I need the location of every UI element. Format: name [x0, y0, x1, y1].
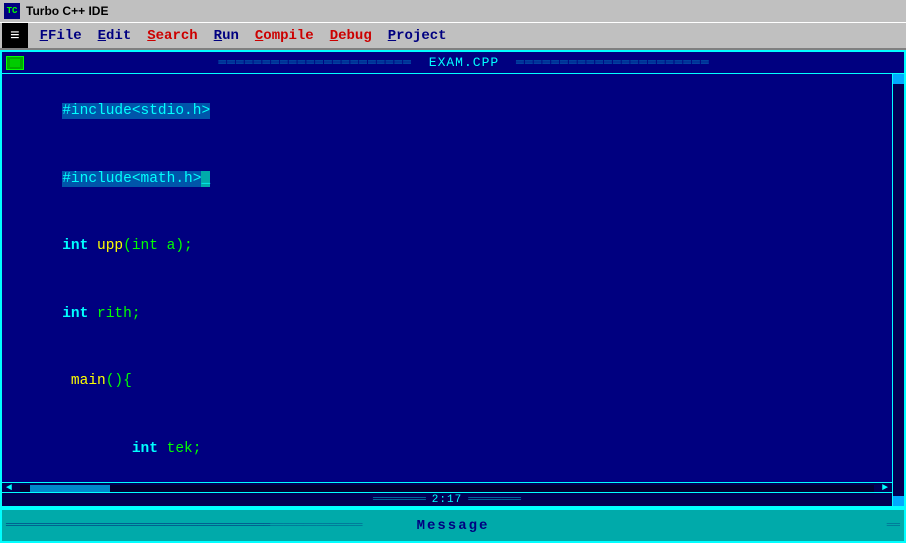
code-area[interactable]: #include<stdio.h> #include<math.h>_ int … [2, 74, 892, 476]
message-label: Message [417, 518, 490, 534]
code-line-2: #include<math.h>_ [10, 145, 884, 212]
status-bar: ════════ 2:17 ════════ [2, 492, 892, 506]
title-bar: TC Turbo C++ IDE [0, 0, 906, 22]
menu-bar: ≡ FFile Edit Search Run Compile Debug Pr… [0, 22, 906, 50]
file-name-text: EXAM.CPP [421, 55, 507, 70]
tab-indicator-inner [10, 59, 20, 67]
cursor-position: 2:17 [426, 494, 468, 506]
vertical-scrollbar[interactable] [892, 74, 904, 506]
code-line-5: main(){ [10, 348, 884, 415]
file-name: ══════════════════════ EXAM.CPP ════════… [24, 55, 904, 70]
menu-file[interactable]: FFile [32, 23, 90, 48]
editor-container: ══════════════════════ EXAM.CPP ════════… [0, 50, 906, 508]
code-line-4: int rith; [10, 280, 884, 347]
menu-edit[interactable]: Edit [90, 23, 140, 48]
file-tab: ══════════════════════ EXAM.CPP ════════… [2, 52, 904, 74]
menu-hamburger[interactable]: ≡ [2, 23, 28, 48]
code-line-6: int tek; [10, 415, 884, 476]
menu-search[interactable]: Search [139, 23, 205, 48]
menu-compile[interactable]: Compile [247, 23, 322, 48]
code-line-1: #include<stdio.h> [10, 78, 884, 145]
message-bar: ════════════════════════════════════════… [0, 508, 906, 543]
title-bar-text: Turbo C++ IDE [26, 4, 108, 18]
scroll-down-arrow[interactable] [893, 496, 904, 506]
menu-debug[interactable]: Debug [322, 23, 380, 48]
menu-project[interactable]: Project [380, 23, 455, 48]
scroll-up-arrow[interactable] [893, 74, 904, 84]
app-icon: TC [4, 3, 20, 19]
code-line-3: int upp(int a); [10, 213, 884, 280]
menu-run[interactable]: Run [206, 23, 247, 48]
tab-active-indicator [6, 56, 24, 70]
